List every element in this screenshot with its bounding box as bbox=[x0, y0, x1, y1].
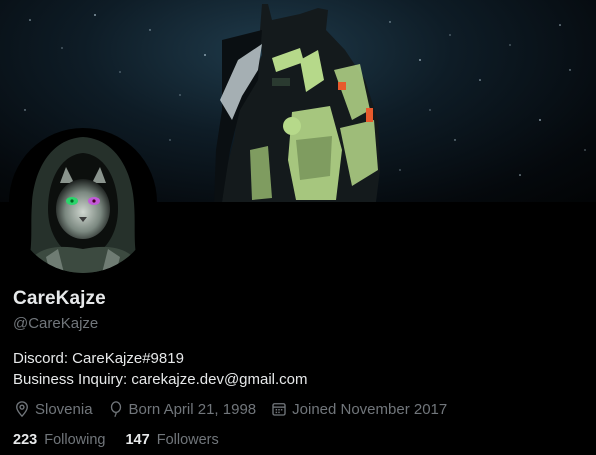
profile-bio: Discord: CareKajze#9819 Business Inquiry… bbox=[13, 348, 308, 390]
profile-meta: Slovenia Born April 21, 1998 Joined Nove… bbox=[13, 400, 461, 418]
profile-avatar[interactable] bbox=[12, 131, 154, 273]
following-link[interactable]: 223 Following bbox=[13, 432, 105, 448]
bio-line-business[interactable]: Business Inquiry: carekajze.dev@gmail.co… bbox=[13, 369, 308, 390]
followers-link[interactable]: 147 Followers bbox=[125, 432, 218, 448]
birthday-item: Born April 21, 1998 bbox=[107, 400, 257, 418]
follow-stats: 223 Following 147 Followers bbox=[13, 432, 239, 448]
user-handle: @CareKajze bbox=[13, 315, 99, 332]
following-count: 223 bbox=[13, 432, 38, 448]
location-text: Slovenia bbox=[35, 400, 93, 418]
followers-count: 147 bbox=[125, 432, 150, 448]
location-item: Slovenia bbox=[13, 400, 93, 418]
joined-text: Joined November 2017 bbox=[292, 400, 448, 418]
location-pin-icon bbox=[16, 401, 28, 418]
birthday-text: Born April 21, 1998 bbox=[128, 400, 257, 418]
following-label: Following bbox=[44, 432, 106, 448]
followers-label: Followers bbox=[156, 432, 219, 448]
display-name: CareKajze bbox=[13, 288, 106, 309]
joined-item: Joined November 2017 bbox=[270, 400, 447, 418]
bio-line-discord: Discord: CareKajze#9819 bbox=[13, 350, 184, 367]
balloon-icon bbox=[110, 401, 121, 418]
hooded-cat-avatar-image bbox=[12, 131, 154, 273]
calendar-icon bbox=[272, 403, 286, 416]
